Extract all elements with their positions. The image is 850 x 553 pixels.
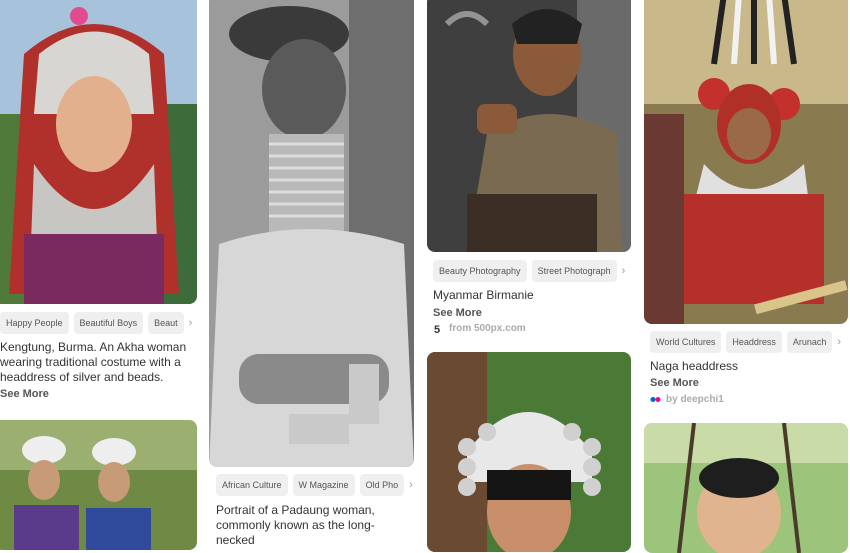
tag-chip[interactable]: Arunach xyxy=(786,331,833,353)
pin-source[interactable]: 5 from 500px.com xyxy=(433,323,526,336)
see-more-link[interactable]: See More xyxy=(650,377,699,389)
chevron-right-icon[interactable]: › xyxy=(837,331,841,355)
pin-image-elderly-women[interactable] xyxy=(0,420,197,550)
svg-text:5: 5 xyxy=(434,324,440,334)
source-label: from 500px.com xyxy=(449,323,526,334)
pin-source[interactable]: by deepchi1 xyxy=(650,394,724,405)
chevron-right-icon[interactable]: › xyxy=(409,474,413,498)
tag-chip[interactable]: Street Photograph xyxy=(531,260,617,282)
pin-image-akha-woman[interactable] xyxy=(0,0,197,304)
tag-chip[interactable]: World Cultures xyxy=(650,331,722,353)
pin-image-child-swing[interactable] xyxy=(644,423,848,553)
tag-chip[interactable]: Beauty Photography xyxy=(433,260,527,282)
500px-icon: 5 xyxy=(433,323,444,336)
tag-chip[interactable]: Beautiful Boys xyxy=(73,312,144,334)
pin-image-smoking-woman[interactable] xyxy=(427,0,631,252)
pin-image-naga-man[interactable] xyxy=(644,0,848,324)
pin-description: Portrait of a Padaung woman, commonly kn… xyxy=(216,503,375,547)
pin-description: Kengtung, Burma. An Akha woman wearing t… xyxy=(0,340,187,384)
pin-image-silver-headdress[interactable] xyxy=(427,352,631,552)
tag-chip[interactable]: African Culture xyxy=(216,474,288,496)
see-more-link[interactable]: See More xyxy=(433,307,482,319)
flickr-icon xyxy=(650,394,661,405)
tag-chip[interactable]: Beaut xyxy=(148,312,184,334)
pin-tags: World Cultures Headdress Arunach › xyxy=(650,331,848,355)
tag-chip[interactable]: Happy People xyxy=(0,312,69,334)
tag-chip[interactable]: Old Pho xyxy=(359,474,405,496)
pin-title: Myanmar Birmanie xyxy=(433,288,534,302)
tag-chip[interactable]: W Magazine xyxy=(292,474,355,496)
pin-tags: Happy People Beautiful Boys Beaut › xyxy=(0,312,197,336)
see-more-link[interactable]: See More xyxy=(0,388,49,400)
pin-title: Naga headdress xyxy=(650,359,739,373)
source-label: by deepchi1 xyxy=(666,394,724,405)
pin-tags: African Culture W Magazine Old Pho › xyxy=(216,474,414,498)
pin-tags: Beauty Photography Street Photograph › xyxy=(433,260,631,284)
pin-image-padaung-woman[interactable] xyxy=(209,0,414,467)
chevron-right-icon[interactable]: › xyxy=(622,260,626,284)
tag-chip[interactable]: Headdress xyxy=(726,331,782,353)
chevron-right-icon[interactable]: › xyxy=(189,312,193,336)
